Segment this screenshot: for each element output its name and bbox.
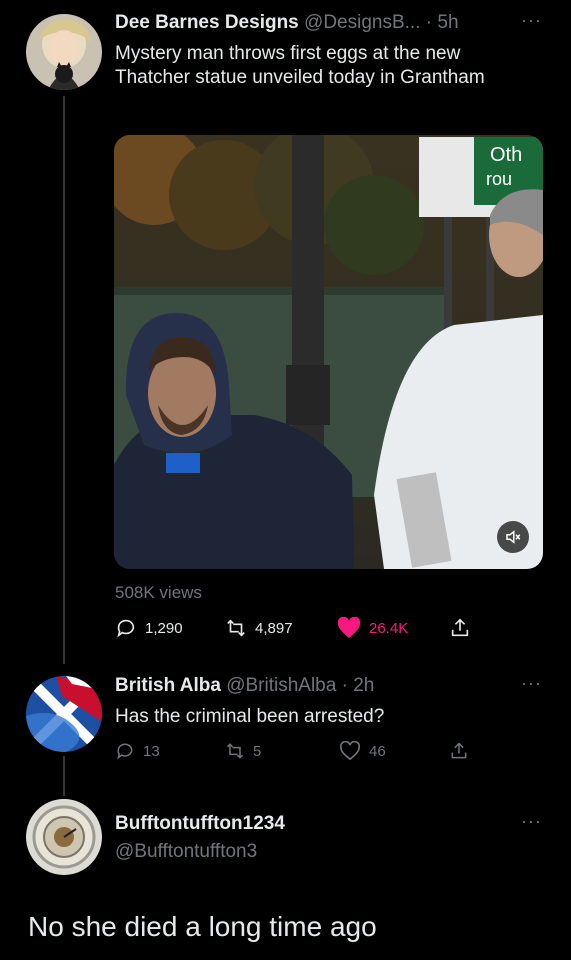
view-count: 508K views (115, 583, 202, 602)
avatar[interactable] (26, 799, 102, 875)
retweet-button[interactable]: 5 (225, 741, 339, 761)
author-name[interactable]: Dee Barnes Designs (115, 12, 299, 33)
tweet-video[interactable]: Oth rou (114, 135, 543, 569)
thread-connector-line (63, 96, 65, 664)
heart-icon (337, 617, 361, 638)
author-handle[interactable]: @Bufftontuffton3 (115, 841, 257, 863)
retweet-icon (227, 619, 245, 637)
author-handle[interactable]: @DesignsB... (304, 12, 420, 33)
retweet-icon (226, 743, 244, 759)
timestamp[interactable]: · 2h (342, 675, 375, 696)
more-icon[interactable]: ··· (521, 673, 542, 694)
author-name[interactable]: British Alba (115, 675, 221, 696)
share-button[interactable] (449, 617, 471, 639)
retweet-button[interactable]: 4,897 (225, 617, 337, 639)
reply-icon (117, 743, 133, 760)
tweet-header: Dee Barnes Designs @DesignsB... · 5h (115, 12, 459, 34)
tweet-header: British Alba @BritishAlba · 2h (115, 675, 374, 697)
author-handle[interactable]: @BritishAlba (226, 675, 336, 696)
tweet-actions: 13 5 46 (115, 741, 469, 761)
author-name[interactable]: Bufftontuffton1234 (115, 813, 285, 835)
thread-connector-line (63, 756, 65, 796)
tweet-text: No she died a long time ago (28, 911, 377, 942)
like-button[interactable]: 26.4K (337, 617, 449, 639)
reply-button[interactable]: 13 (115, 741, 225, 761)
like-count: 26.4K (369, 619, 409, 637)
tweet-text: Has the criminal been arrested? (115, 706, 385, 727)
share-icon (451, 742, 467, 759)
share-button[interactable] (449, 741, 469, 761)
avatar[interactable] (26, 676, 102, 752)
sign-text: Oth (490, 144, 522, 166)
reply-button[interactable]: 1,290 (115, 617, 225, 639)
reply-count: 1,290 (145, 619, 183, 637)
more-icon[interactable]: ··· (521, 811, 542, 832)
mute-button[interactable] (497, 521, 529, 553)
like-count: 46 (369, 742, 386, 760)
like-button[interactable]: 46 (339, 741, 449, 761)
retweet-count: 5 (253, 742, 262, 760)
tweet-actions: 1,290 4,897 26.4K (115, 617, 471, 639)
heart-icon (339, 741, 361, 761)
sign-text: rou (486, 169, 512, 189)
avatar[interactable] (26, 14, 102, 90)
retweet-count: 4,897 (255, 619, 293, 637)
tweet-text: Mystery man throws first eggs at the new… (115, 43, 485, 88)
more-icon[interactable]: ··· (521, 10, 542, 31)
share-icon (451, 618, 469, 637)
reply-icon (117, 619, 135, 638)
mute-icon (506, 530, 521, 544)
timestamp[interactable]: · 5h (426, 12, 459, 33)
reply-count: 13 (143, 742, 160, 760)
